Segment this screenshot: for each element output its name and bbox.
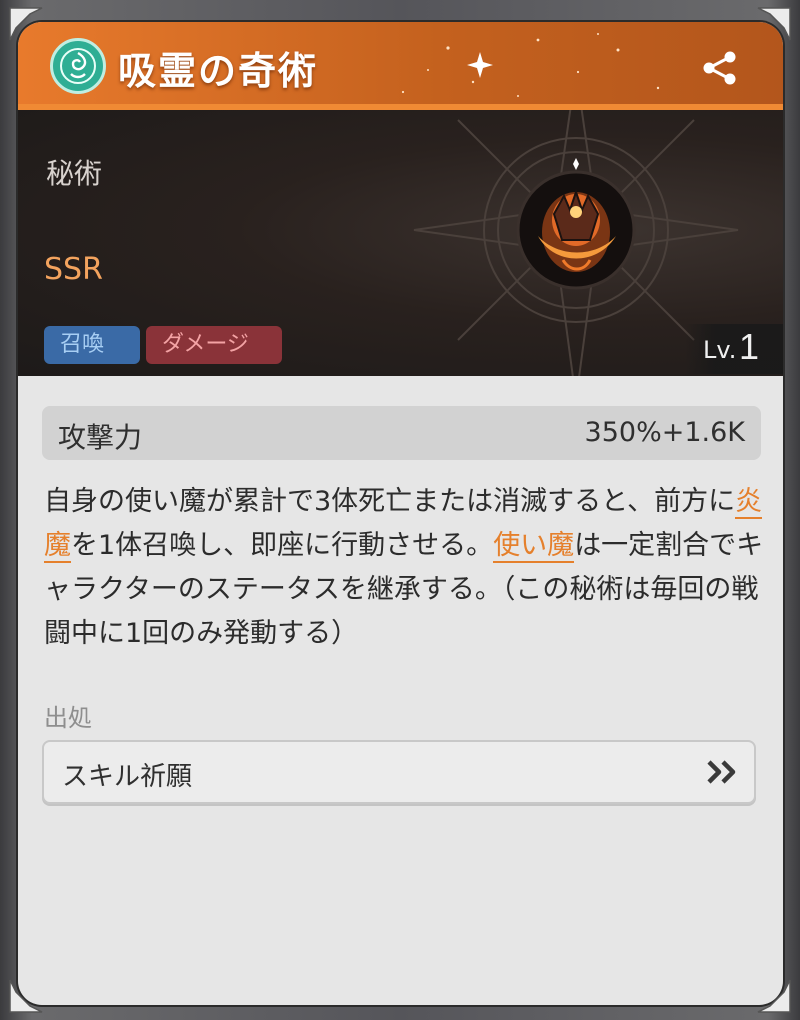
skill-category: 秘術 (46, 157, 103, 190)
rarity-label: SSR (44, 252, 103, 287)
level-prefix: Lv. (703, 336, 737, 364)
skill-description: 自身の使い魔が累計で3体死亡または消滅すると、前方に炎魔を1体召喚し、即座に行動… (44, 480, 774, 656)
attack-stat-row: 攻撃力 350%+1.6K (42, 406, 761, 460)
level-number: 1 (739, 326, 760, 367)
corner-ornament-icon (757, 979, 791, 1013)
level-badge: Lv. 1 (685, 324, 783, 374)
tag-summon: 召喚 (44, 326, 140, 364)
corner-ornament-icon (9, 7, 43, 41)
source-button-label: スキル祈願 (62, 762, 193, 792)
description-text: 自身の使い魔が累計で3体死亡または消滅すると、前方に (44, 486, 736, 517)
rune-emblem-icon (50, 38, 106, 94)
source-button[interactable]: スキル祈願 (42, 740, 756, 804)
keyword-link-familiar[interactable]: 使い魔 (493, 530, 575, 563)
description-text: を1体召喚し、即座に行動させる。 (71, 530, 494, 561)
share-icon[interactable] (700, 50, 740, 86)
source-label: 出処 (44, 704, 92, 732)
double-chevron-right-icon (707, 760, 736, 784)
tag-damage: ダメージ (146, 326, 282, 364)
corner-ornament-icon (757, 7, 791, 41)
skill-banner: 秘術 SSR 召喚 ダメージ Lv. 1 (18, 110, 783, 376)
stat-label: 攻撃力 (58, 421, 143, 454)
stat-value: 350%+1.6K (584, 417, 745, 448)
skill-title: 吸霊の奇術 (118, 49, 319, 93)
skill-detail-card: 吸霊の奇術 秘術 SSR 召喚 ダメージ Lv. 1 攻撃力 350%+1.6K… (18, 22, 783, 1005)
corner-ornament-icon (9, 979, 43, 1013)
card-header: 吸霊の奇術 (18, 22, 783, 110)
